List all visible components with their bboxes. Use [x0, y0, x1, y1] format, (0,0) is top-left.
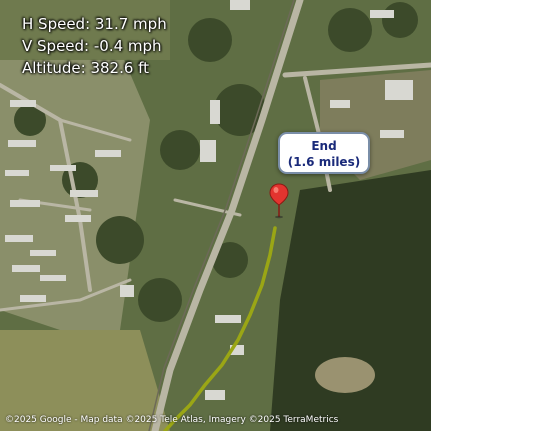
- altitude-readout: Altitude: 382.6 ft: [22, 59, 150, 77]
- map-attribution: ©2025 Google - Map data ©2025 Tele Atlas…: [5, 415, 339, 425]
- h-speed-readout: H Speed: 31.7 mph: [22, 15, 167, 33]
- end-marker-callout[interactable]: End (1.6 miles): [278, 132, 370, 174]
- end-marker-title: End: [311, 139, 337, 153]
- telemetry-panel: H Speed: 31.7 mph V Speed: -0.4 mph Alti…: [22, 13, 167, 79]
- map-pin-icon[interactable]: [269, 183, 289, 219]
- gps-track-line: [163, 226, 277, 431]
- blank-side-panel: [431, 0, 557, 431]
- satellite-map[interactable]: H Speed: 31.7 mph V Speed: -0.4 mph Alti…: [0, 0, 431, 431]
- v-speed-readout: V Speed: -0.4 mph: [22, 37, 162, 55]
- end-marker-distance: (1.6 miles): [287, 155, 361, 169]
